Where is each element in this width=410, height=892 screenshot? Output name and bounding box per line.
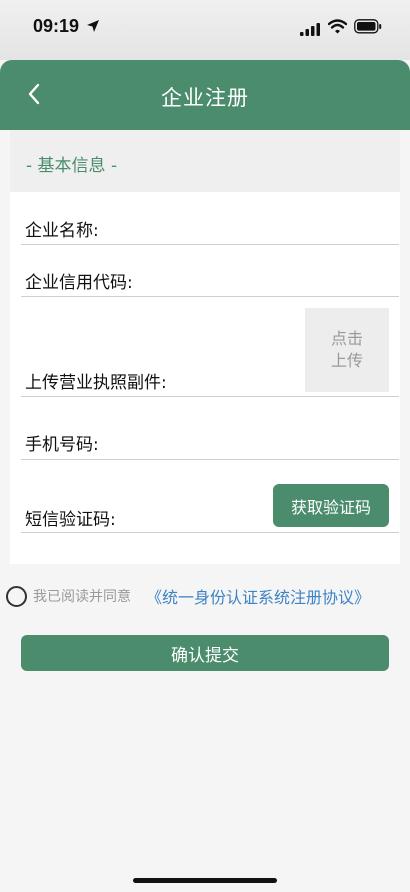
agree-checkbox[interactable] bbox=[6, 586, 27, 607]
wifi-icon bbox=[327, 19, 348, 38]
sms-code-label: 短信验证码: bbox=[25, 510, 116, 530]
nav-bar: 企业注册 bbox=[0, 60, 410, 130]
registration-form: 企业名称: 企业信用代码: 上传营业执照副件: 点击 上传 手机号码: 短信验证… bbox=[10, 192, 400, 564]
credit-code-row: 企业信用代码: bbox=[21, 256, 399, 297]
company-name-row: 企业名称: bbox=[21, 208, 399, 245]
cellular-signal-icon bbox=[300, 21, 320, 40]
upload-text-line2: 上传 bbox=[330, 351, 363, 370]
phone-input[interactable] bbox=[125, 426, 399, 456]
get-code-button[interactable]: 获取验证码 bbox=[273, 484, 389, 527]
page-title: 企业注册 bbox=[161, 86, 249, 110]
license-upload-button[interactable]: 点击 上传 bbox=[305, 308, 389, 392]
phone-row: 手机号码: bbox=[21, 404, 399, 460]
section-title: - 基本信息 - bbox=[26, 156, 118, 176]
sms-code-input[interactable] bbox=[152, 501, 271, 531]
credit-code-input[interactable] bbox=[160, 264, 399, 294]
agreement-link[interactable]: 《统一身份认证系统注册协议》 bbox=[146, 584, 370, 608]
battery-icon bbox=[354, 19, 382, 38]
credit-code-label: 企业信用代码: bbox=[25, 273, 133, 293]
agree-text: 我已阅读并同意 bbox=[33, 589, 131, 605]
upload-text-line1: 点击 bbox=[330, 329, 363, 348]
company-name-input[interactable] bbox=[125, 212, 399, 242]
section-header: - 基本信息 - bbox=[10, 130, 400, 192]
status-bar: 09:19 bbox=[0, 0, 410, 60]
location-arrow-icon bbox=[86, 18, 100, 37]
license-label: 上传营业执照副件: bbox=[25, 373, 167, 393]
submit-button[interactable]: 确认提交 bbox=[21, 635, 389, 671]
agreement-row: 我已阅读并同意 《统一身份认证系统注册协议》 bbox=[6, 584, 406, 610]
status-time: 09:19 bbox=[33, 16, 80, 36]
home-indicator bbox=[133, 878, 277, 883]
phone-label: 手机号码: bbox=[25, 435, 99, 455]
company-name-label: 企业名称: bbox=[25, 221, 99, 241]
